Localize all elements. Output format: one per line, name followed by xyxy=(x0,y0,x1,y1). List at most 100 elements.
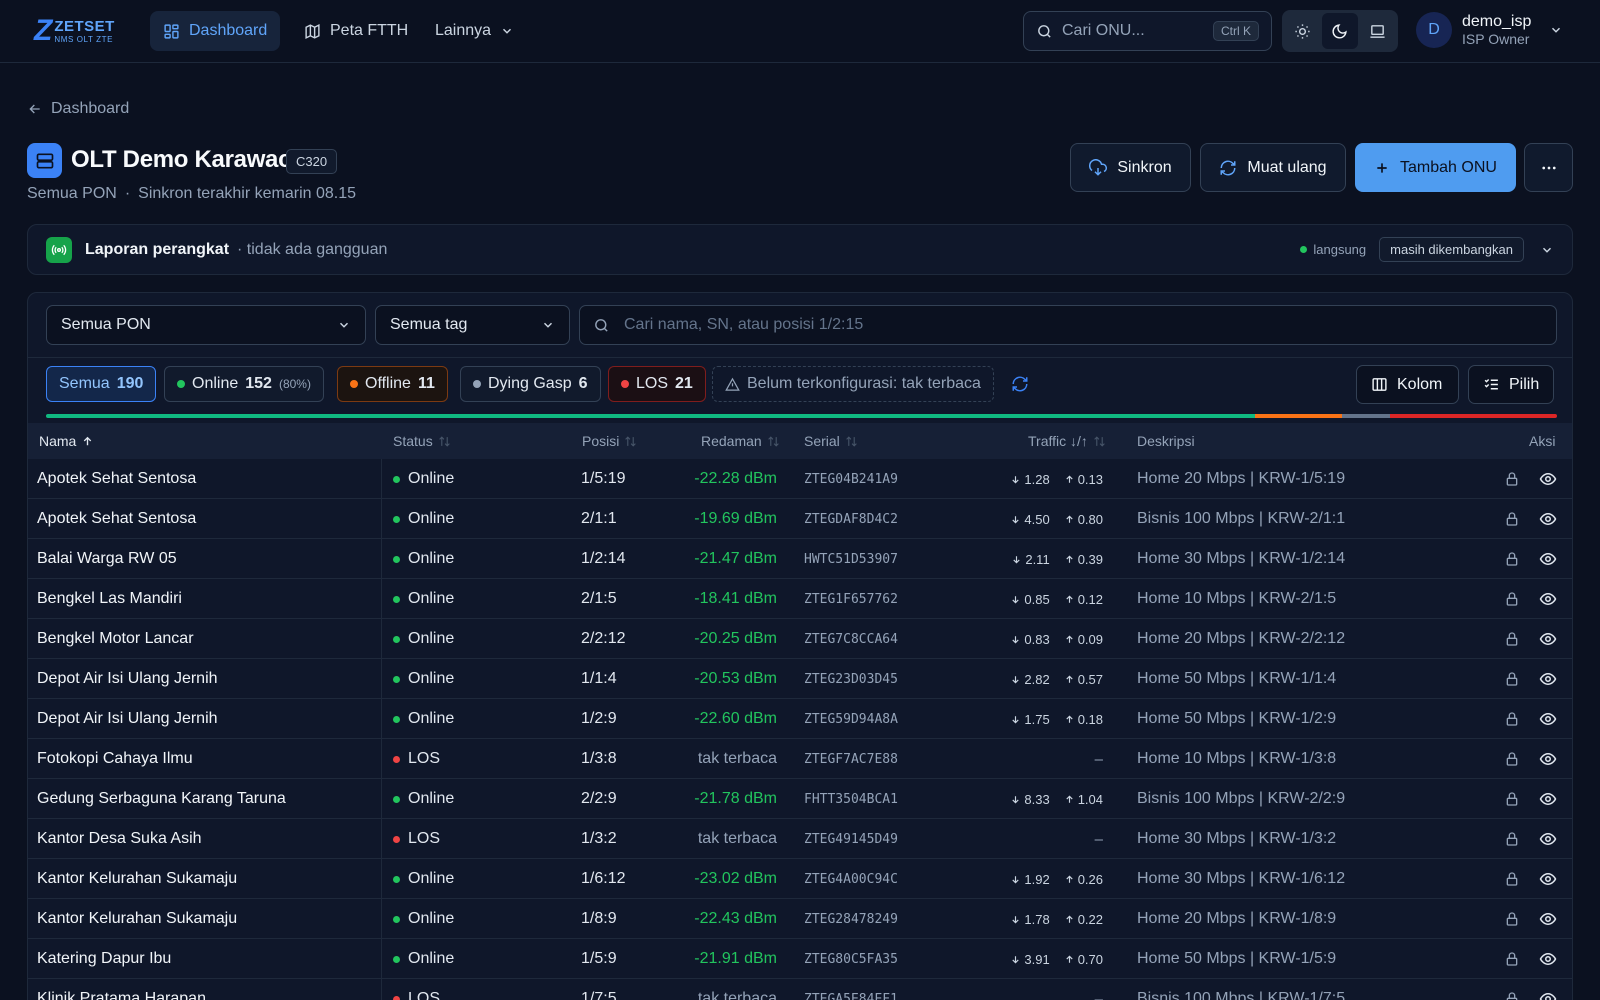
chevron-down-icon[interactable] xyxy=(1540,243,1554,257)
col-header-name[interactable]: Nama xyxy=(39,423,94,459)
lock-icon[interactable] xyxy=(1504,939,1520,979)
eye-icon[interactable] xyxy=(1539,819,1557,859)
cell-name[interactable]: Bengkel Motor Lancar xyxy=(37,619,194,659)
lock-icon[interactable] xyxy=(1504,859,1520,899)
lock-icon[interactable] xyxy=(1504,619,1520,659)
filter-chip-offline[interactable]: Offline 11 xyxy=(337,366,448,402)
cell-name[interactable]: Klinik Pratama Harapan xyxy=(37,979,206,1000)
eye-icon[interactable] xyxy=(1539,499,1557,539)
lock-icon[interactable] xyxy=(1504,459,1520,499)
col-header-status[interactable]: Status xyxy=(393,423,451,459)
user-menu[interactable]: D demo_isp ISP Owner xyxy=(1416,12,1563,48)
eye-icon[interactable] xyxy=(1539,579,1557,619)
select-button[interactable]: Pilih xyxy=(1468,365,1554,404)
table-row[interactable]: Depot Air Isi Ulang Jernih Online 1/1:4 -20… xyxy=(28,659,1572,699)
table-row[interactable]: Bengkel Las Mandiri Online 2/1:5 -18.41 dBm… xyxy=(28,579,1572,619)
eye-icon[interactable] xyxy=(1539,939,1557,979)
traffic-up-value: 0.70 xyxy=(1077,951,1103,967)
cell-name[interactable]: Balai Warga RW 05 xyxy=(37,539,177,579)
nav-lainnya[interactable]: Lainnya xyxy=(422,11,527,51)
col-header-traffic[interactable]: Traffic ↓/↑ xyxy=(1028,423,1106,459)
cell-traffic: 1.92 0.26 xyxy=(1010,859,1103,899)
eye-icon[interactable] xyxy=(1539,659,1557,699)
cell-name[interactable]: Katering Dapur Ibu xyxy=(37,939,171,979)
lock-icon[interactable] xyxy=(1504,499,1520,539)
lock-icon[interactable] xyxy=(1504,899,1520,939)
col-header-position[interactable]: Posisi xyxy=(582,423,637,459)
cell-name[interactable]: Apotek Sehat Sentosa xyxy=(37,459,196,499)
nav-dashboard[interactable]: Dashboard xyxy=(150,11,281,51)
cell-attenuation: -22.60 dBm xyxy=(694,710,777,727)
lock-icon[interactable] xyxy=(1504,579,1520,619)
filter-chip-los[interactable]: LOS 21 xyxy=(608,366,706,402)
cell-name[interactable]: Apotek Sehat Sentosa xyxy=(37,499,196,539)
theme-system-button[interactable] xyxy=(1360,13,1395,49)
filter-chip-online[interactable]: Online 152 (80%) xyxy=(164,366,324,402)
table-row[interactable]: Depot Air Isi Ulang Jernih Online 1/2:9 -22… xyxy=(28,699,1572,739)
lock-icon[interactable] xyxy=(1504,739,1520,779)
lock-icon[interactable] xyxy=(1504,699,1520,739)
eye-icon[interactable] xyxy=(1539,539,1557,579)
cell-name[interactable]: Kantor Kelurahan Sukamaju xyxy=(37,899,237,939)
table-row[interactable]: Balai Warga RW 05 Online 1/2:14 -21.47 dBm H… xyxy=(28,539,1572,579)
reload-button[interactable]: Muat ulang xyxy=(1200,143,1346,192)
eye-icon[interactable] xyxy=(1539,979,1557,1000)
table-row[interactable]: Fotokopi Cahaya Ilmu LOS 1/3:8 tak terbaca Z… xyxy=(28,739,1572,779)
filter-chip-semua[interactable]: Semua 190 xyxy=(46,366,157,402)
cell-name[interactable]: Depot Air Isi Ulang Jernih xyxy=(37,659,218,699)
subtitle-sync: Sinkron terakhir kemarin 08.15 xyxy=(138,185,357,202)
table-row[interactable]: Apotek Sehat Sentosa Online 1/5:19 -22.28 d… xyxy=(28,459,1572,499)
cell-name[interactable]: Kantor Desa Suka Asih xyxy=(37,819,202,859)
device-report-bar[interactable]: Laporan perangkat · tidak ada gangguan l… xyxy=(27,224,1573,275)
eye-icon[interactable] xyxy=(1539,739,1557,779)
lock-icon[interactable] xyxy=(1504,979,1520,1000)
logo[interactable]: Z ZETSET NMS OLT ZTE xyxy=(34,16,115,46)
table-row[interactable]: Apotek Sehat Sentosa Online 2/1:1 -19.69 dB… xyxy=(28,499,1572,539)
col-header-serial[interactable]: Serial xyxy=(804,423,858,459)
table-row[interactable]: Gedung Serbaguna Karang Taruna Online 2/2:… xyxy=(28,779,1572,819)
table-row[interactable]: Kantor Kelurahan Sukamaju Online 1/8:9 -22.… xyxy=(28,899,1572,939)
eye-icon[interactable] xyxy=(1539,459,1557,499)
theme-light-button[interactable] xyxy=(1285,13,1320,49)
add-onu-button[interactable]: Tambah ONU xyxy=(1355,143,1516,192)
more-actions-button[interactable] xyxy=(1524,143,1573,192)
theme-dark-button[interactable] xyxy=(1322,13,1358,49)
table-row[interactable]: Kantor Desa Suka Asih LOS 1/3:2 tak terbaca… xyxy=(28,819,1572,859)
col-header-attenuation[interactable]: Redaman xyxy=(701,423,780,459)
eye-icon[interactable] xyxy=(1539,859,1557,899)
cell-name[interactable]: Gedung Serbaguna Karang Taruna xyxy=(37,779,286,819)
lock-icon[interactable] xyxy=(1504,819,1520,859)
lock-icon[interactable] xyxy=(1504,779,1520,819)
onu-search-input[interactable]: Cari nama, SN, atau posisi 1/2:15 xyxy=(579,305,1557,345)
eye-icon[interactable] xyxy=(1539,779,1557,819)
table-row[interactable]: Bengkel Motor Lancar Online 2/2:12 -20.25 d… xyxy=(28,619,1572,659)
sync-button[interactable]: Sinkron xyxy=(1070,143,1191,192)
cell-status: Online xyxy=(393,859,454,899)
table-row[interactable]: Kantor Kelurahan Sukamaju Online 1/6:12 -23… xyxy=(28,859,1572,899)
lock-icon[interactable] xyxy=(1504,539,1520,579)
columns-button[interactable]: Kolom xyxy=(1356,365,1459,404)
cell-name[interactable]: Kantor Kelurahan Sukamaju xyxy=(37,859,237,899)
tag-select[interactable]: Semua tag xyxy=(375,305,570,345)
eye-icon[interactable] xyxy=(1539,899,1557,939)
column-separator xyxy=(381,939,382,979)
filter-chip-unconfigured[interactable]: Belum terkonfigurasi: tak terbaca xyxy=(712,366,994,402)
lock-icon[interactable] xyxy=(1504,659,1520,699)
filter-chip-dying-gasp[interactable]: Dying Gasp 6 xyxy=(460,366,601,402)
cloud-download-icon xyxy=(1089,158,1108,177)
global-search-input[interactable]: Cari ONU... Ctrl K xyxy=(1023,11,1272,51)
table-row[interactable]: Klinik Pratama Harapan LOS 1/7:5 tak terbac… xyxy=(28,979,1572,1000)
eye-icon[interactable] xyxy=(1539,699,1557,739)
table-row[interactable]: Katering Dapur Ibu Online 1/5:9 -21.91 dBm Z… xyxy=(28,939,1572,979)
traffic-up: 0.13 xyxy=(1064,472,1103,487)
traffic-down-value: 0.85 xyxy=(1024,591,1050,607)
refresh-icon[interactable] xyxy=(1011,375,1029,393)
back-link[interactable]: Dashboard xyxy=(27,100,129,118)
cell-name[interactable]: Depot Air Isi Ulang Jernih xyxy=(37,699,218,739)
cell-name[interactable]: Fotokopi Cahaya Ilmu xyxy=(37,739,193,779)
pon-select[interactable]: Semua PON xyxy=(46,305,366,345)
eye-icon[interactable] xyxy=(1539,619,1557,659)
nav-peta-ftth[interactable]: Peta FTTH xyxy=(291,11,421,51)
cell-name[interactable]: Bengkel Las Mandiri xyxy=(37,579,182,619)
cell-position: 2/2:9 xyxy=(581,790,617,807)
